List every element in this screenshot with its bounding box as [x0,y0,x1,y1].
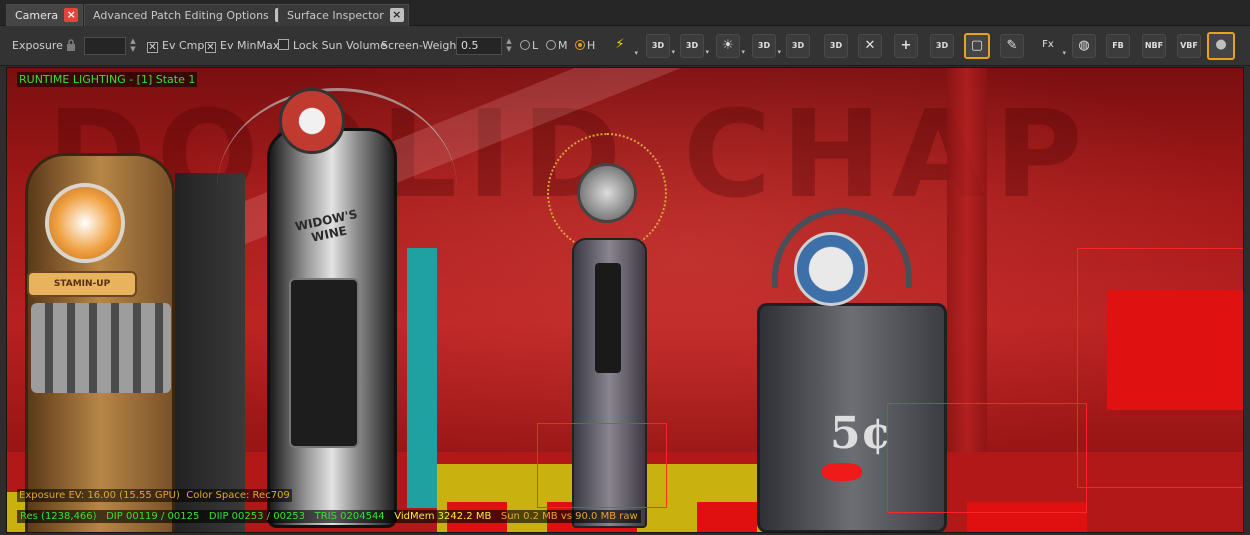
editor-window: Camera × Advanced Patch Editing Options … [0,0,1250,535]
machine-sign [794,232,868,306]
tris-stat: TRIS 0204544 [314,511,385,522]
box-3d-icon[interactable]: 3D ▾ [752,34,781,58]
red-splat [822,463,862,481]
bounding-box-wireframe [887,403,1087,513]
tab-label: Advanced Patch Editing Options [93,9,269,22]
screen-weight-label: Screen-Weight [381,39,461,52]
locked-3d-icon[interactable]: 3D [786,34,810,58]
sun-stat: Sun 0.2 MB vs 90.0 MB raw [500,511,638,522]
checkbox-mark [278,39,289,50]
grid-add-icon[interactable]: + [894,34,918,58]
grid-remove-icon[interactable]: ✕ [858,34,882,58]
camera-3d-icon[interactable]: 3D ▾ [646,34,675,58]
runtime-lighting-label: RUNTIME LIGHTING - [1] State 1 [17,72,198,87]
material-sphere-icon[interactable]: ● [1207,32,1235,60]
stamin-up-banner: STAMIN-UP [27,271,137,297]
tab-surface-inspector[interactable]: Surface Inspector × [278,4,409,26]
radio-mark [520,40,530,50]
floor-red-tile [697,502,757,532]
dip-stat: DIP 00119 / 00125 [106,511,200,522]
close-icon[interactable]: × [389,8,404,22]
nbf-icon[interactable]: NBF [1142,34,1166,58]
render-stats: Res (1238,466) DIP 00119 / 00125 DIIP 00… [17,510,641,523]
wireframe-sphere-icon[interactable]: ◍ [1072,34,1096,58]
checkbox-mark: ✕ [147,42,158,53]
widows-wine-emblem [279,88,345,154]
tab-advanced-patch-editing-options[interactable]: Advanced Patch Editing Options × [84,4,294,26]
price-label: 5¢ [830,408,892,459]
fb-icon[interactable]: FB [1106,34,1130,58]
3d-viewport[interactable]: DOOLID CHAP STAMIN-UP WIDOW'S WINE 5¢ RU… [6,67,1244,533]
fx-icon[interactable]: Fx ▾ [1036,34,1066,58]
lock-icon[interactable] [66,39,76,52]
vidmem-stat: VidMem 3242.2 MB [394,511,492,522]
ev-cmp-label: Ev Cmp [162,39,205,52]
cube-3d-icon[interactable]: 3D [930,34,954,58]
diip-stat: DIIP 00253 / 00253 [208,511,306,522]
sun-icon[interactable]: ☀ ▾ [716,34,745,58]
tab-bar: Camera × Advanced Patch Editing Options … [0,0,1250,26]
stamin-up-logo [45,183,125,263]
lod-label: M [558,39,568,52]
lock-sun-volume-label: Lock Sun Volume [293,39,387,52]
dispenser-panel [289,278,359,448]
ev-minmax-checkbox[interactable]: ✕ Ev MinMax [205,26,279,66]
radio-mark [575,40,585,50]
res-stat: Res (1238,466) [20,511,97,522]
lod-medium-radio[interactable]: M [546,26,568,66]
exposure-status: Exposure EV: 16.00 (15.55 GPU) Color Spa… [17,489,292,502]
radiation-globe [577,163,637,223]
lod-low-radio[interactable]: L [520,26,538,66]
view-3d-icon[interactable]: 3D ▾ [680,34,709,58]
ev-minmax-label: Ev MinMax [220,39,280,52]
lod-label: L [532,39,539,52]
radio-mark [546,40,556,50]
exposure-field[interactable] [84,37,126,55]
pencil-icon[interactable]: ✎ [1000,34,1024,58]
color-space-text: Color Space: Rec709 [186,490,290,501]
tab-label: Surface Inspector [287,9,384,22]
bounding-box-wireframe [1077,248,1243,488]
camera-toolbar: Exposure ▲ ▼ ✕ Ev Cmp ✕ Ev MinMax Lock Sun … [0,26,1250,66]
lod-high-radio[interactable]: H [575,26,595,66]
exposure-label: Exposure [12,39,63,52]
widows-wine-machine[interactable]: WIDOW'S WINE [197,68,487,532]
tab-camera[interactable]: Camera × [6,4,84,26]
lightning-icon[interactable]: ⚡ ▾ [608,34,638,58]
screen-weight-spinner[interactable]: ▲ ▼ [504,37,514,55]
ev-cmp-checkbox[interactable]: ✕ Ev Cmp [147,26,204,66]
tab-label: Camera [15,9,59,22]
vbf-icon[interactable]: VBF [1177,34,1201,58]
close-icon[interactable]: × [64,8,79,22]
grid-3d-icon[interactable]: 3D [824,34,848,58]
checkbox-mark: ✕ [205,42,216,53]
screen-weight-field[interactable]: 0.5 [456,37,502,55]
lod-label: H [587,39,596,52]
exposure-spinner[interactable]: ▲ ▼ [128,37,138,55]
lock-sun-volume-checkbox[interactable]: Lock Sun Volume [278,26,387,66]
exposure-ev-text: Exposure EV: 16.00 (15.55 GPU) [19,490,180,501]
bounding-box-wireframe [537,423,667,508]
frame-icon[interactable]: ▢ [964,33,990,59]
